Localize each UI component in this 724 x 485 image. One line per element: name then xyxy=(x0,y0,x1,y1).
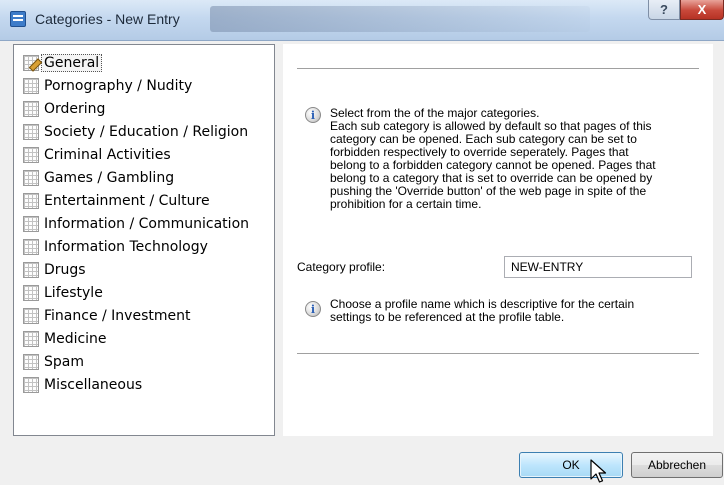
category-list[interactable]: General Pornography / Nudity Ordering So… xyxy=(13,44,275,436)
info-icon: i xyxy=(305,301,321,317)
grid-icon xyxy=(23,193,39,209)
category-item-miscellaneous[interactable]: Miscellaneous xyxy=(23,374,142,396)
category-label: Miscellaneous xyxy=(44,377,143,393)
category-label: General xyxy=(41,54,103,72)
category-item-entertainment-culture[interactable]: Entertainment / Culture xyxy=(23,190,210,212)
category-label: Finance / Investment xyxy=(44,308,191,324)
category-profile-label: Category profile: xyxy=(297,260,386,274)
divider xyxy=(297,353,699,355)
category-item-medicine[interactable]: Medicine xyxy=(23,328,107,350)
app-icon xyxy=(10,11,26,27)
category-item-lifestyle[interactable]: Lifestyle xyxy=(23,282,103,304)
grid-icon xyxy=(23,239,39,255)
divider xyxy=(297,68,699,70)
grid-icon xyxy=(23,147,39,163)
category-label: Lifestyle xyxy=(44,285,103,301)
close-button[interactable]: X xyxy=(680,0,724,20)
category-label: Society / Education / Religion xyxy=(44,124,249,140)
mouse-cursor-icon xyxy=(590,459,607,483)
category-item-games-gambling[interactable]: Games / Gambling xyxy=(23,167,174,189)
category-label: Medicine xyxy=(44,331,107,347)
grid-icon xyxy=(23,262,39,278)
category-item-ordering[interactable]: Ordering xyxy=(23,98,105,120)
category-item-information-communication[interactable]: Information / Communication xyxy=(23,213,249,235)
cancel-button[interactable]: Abbrechen xyxy=(631,452,723,478)
grid-icon xyxy=(23,285,39,301)
grid-icon xyxy=(23,377,39,393)
category-label: Ordering xyxy=(44,101,106,117)
category-label: Information Technology xyxy=(44,239,208,255)
category-profile-input[interactable] xyxy=(504,256,692,278)
grid-icon xyxy=(23,216,39,232)
grid-icon xyxy=(23,170,39,186)
category-label: Entertainment / Culture xyxy=(44,193,210,209)
category-label: Information / Communication xyxy=(44,216,250,232)
category-label: Games / Gambling xyxy=(44,170,175,186)
profile-hint-text: Choose a profile name which is descripti… xyxy=(330,297,635,324)
category-item-spam[interactable]: Spam xyxy=(23,351,84,373)
grid-icon xyxy=(23,78,39,94)
category-info-text: Select from the of the major categories.… xyxy=(330,106,656,211)
category-label: Pornography / Nudity xyxy=(44,78,193,94)
category-detail-panel: i Select from the of the major categorie… xyxy=(283,44,713,436)
category-item-criminal-activities[interactable]: Criminal Activities xyxy=(23,144,171,166)
grid-icon xyxy=(23,308,39,324)
category-item-drugs[interactable]: Drugs xyxy=(23,259,86,281)
category-item-society-education-religion[interactable]: Society / Education / Religion xyxy=(23,121,248,143)
category-item-general[interactable]: General xyxy=(23,52,103,74)
category-item-finance-investment[interactable]: Finance / Investment xyxy=(23,305,190,327)
edit-grid-icon xyxy=(23,55,39,71)
title-bar: Categories - New Entry ? X xyxy=(0,0,724,41)
category-label: Spam xyxy=(44,354,84,370)
grid-icon xyxy=(23,331,39,347)
category-label: Criminal Activities xyxy=(44,147,171,163)
grid-icon xyxy=(23,124,39,140)
help-button[interactable]: ? xyxy=(648,0,680,20)
category-label: Drugs xyxy=(44,262,86,278)
category-item-information-technology[interactable]: Information Technology xyxy=(23,236,208,258)
grid-icon xyxy=(23,354,39,370)
category-item-pornography-nudity[interactable]: Pornography / Nudity xyxy=(23,75,192,97)
grid-icon xyxy=(23,101,39,117)
window-title: Categories - New Entry xyxy=(35,11,180,27)
info-icon: i xyxy=(305,107,321,123)
title-bar-blur xyxy=(210,6,590,32)
